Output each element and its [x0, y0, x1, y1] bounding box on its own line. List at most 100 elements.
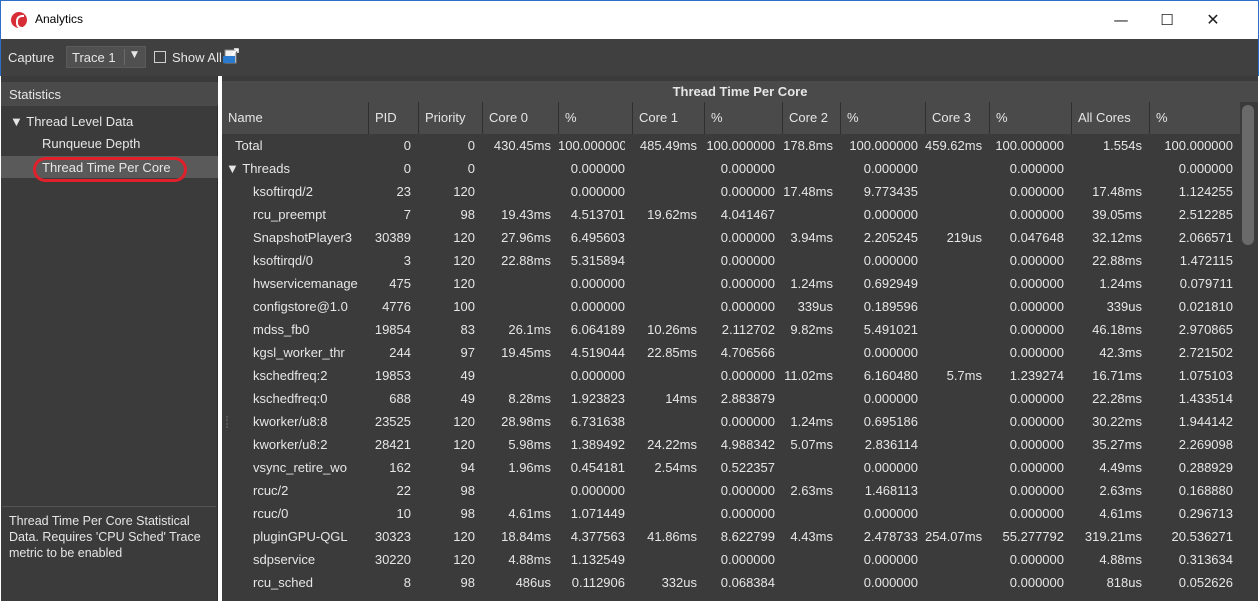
- close-button[interactable]: ✕: [1190, 5, 1236, 35]
- tree-item-thread-level-data[interactable]: ▼ Thread Level Data: [10, 114, 133, 129]
- col-all-pct-cell: 0.052626: [1178, 575, 1233, 590]
- table-row[interactable]: kworker/u8:2 28421 120 5.98ms 1.389492 24.22m…: [222, 433, 1240, 456]
- col-core0-cell: 8.28ms: [508, 391, 551, 406]
- table-row[interactable]: sdpservice 30220 120 4.88ms 1.132549 0.000000…: [222, 548, 1240, 571]
- col-priority-cell: 120: [453, 276, 475, 291]
- table-row[interactable]: rcu_preempt 7 98 19.43ms 4.513701 19.62ms 4.04…: [222, 203, 1240, 226]
- table-row[interactable]: SnapshotPlayer3 30389 120 27.96ms 6.495603 0.…: [222, 226, 1240, 249]
- col-core0-cell: [482, 364, 551, 387]
- vertical-scrollbar[interactable]: [1240, 102, 1258, 601]
- table-row[interactable]: kschedfreq:0 688 49 8.28ms 1.923823 14ms 2.883…: [222, 387, 1240, 410]
- show-all-label[interactable]: Show All: [172, 50, 222, 65]
- table-row[interactable]: rcuc/2 22 98 0.000000 0.000000 2.63ms 1.468113…: [222, 479, 1240, 502]
- col-priority-cell: 120: [453, 552, 475, 567]
- tree-item-label: Thread Level Data: [26, 114, 134, 129]
- col-core0-cell: 4.61ms: [508, 506, 551, 521]
- tree-item-runqueue-depth[interactable]: Runqueue Depth: [42, 136, 140, 151]
- col-core2-cell: 3.94ms: [790, 230, 833, 245]
- csv-export-icon[interactable]: [222, 48, 239, 65]
- col-core3-pct-cell: 0.000000: [1009, 299, 1064, 314]
- col-core3-pct-header[interactable]: %: [989, 102, 1071, 134]
- col-all-cores-header[interactable]: All Cores: [1071, 102, 1149, 134]
- col-core2-pct-cell: 0.000000: [863, 391, 918, 406]
- col-core1-pct-cell: 0.000000: [720, 368, 775, 383]
- col-priority-cell: 120: [453, 230, 475, 245]
- col-core1-cell: [632, 295, 697, 318]
- maximize-button[interactable]: ☐: [1144, 5, 1190, 35]
- col-core2-cell: 1.24ms: [790, 414, 833, 429]
- col-name-header[interactable]: Name: [222, 102, 368, 134]
- col-core3-cell: [925, 571, 982, 594]
- window-title: Analytics: [35, 12, 84, 26]
- scrollbar-thumb[interactable]: [1242, 105, 1254, 245]
- minimize-button[interactable]: —: [1098, 5, 1144, 35]
- table-row[interactable]: mdss_fb0 19854 83 26.1ms 6.064189 10.26ms 2.11…: [222, 318, 1240, 341]
- expand-triangle-icon[interactable]: ▼: [226, 161, 242, 176]
- table-row[interactable]: hwservicemanage 475 120 0.000000 0.000000 1.2…: [222, 272, 1240, 295]
- col-core2-cell: [782, 502, 833, 525]
- table-row[interactable]: ▼ Threads 0 0 0.000000 0.000000 0.000000 0.000…: [222, 157, 1240, 180]
- table-row[interactable]: Total 0 0 430.45ms 100.000000 485.49ms 100.000…: [222, 134, 1240, 157]
- table-row[interactable]: kgsl_worker_thr 244 97 19.45ms 4.519044 22.85…: [222, 341, 1240, 364]
- expand-triangle-icon[interactable]: ▼: [10, 114, 23, 129]
- col-core0-pct-header[interactable]: %: [558, 102, 632, 134]
- col-pid-cell: 22: [396, 483, 411, 498]
- col-core0-pct-cell: 6.495603: [570, 230, 625, 245]
- col-all-pct-cell: 0.168880: [1178, 483, 1233, 498]
- col-core1-cell: 14ms: [665, 391, 697, 406]
- col-core3-pct-cell: 0.000000: [1009, 345, 1064, 360]
- col-core2-pct-cell: 0.000000: [863, 207, 918, 222]
- col-core1-pct-cell: 4.988342: [720, 437, 775, 452]
- trace-select-value: Trace 1: [72, 50, 116, 65]
- col-core1-pct-header[interactable]: %: [704, 102, 782, 134]
- col-name-cell: rcuc/0: [253, 506, 289, 521]
- table-row[interactable]: rcuc/0 10 98 4.61ms 1.071449 0.000000 0.000000…: [222, 502, 1240, 525]
- col-core2-pct-cell: 1.468113: [864, 483, 918, 498]
- table-row[interactable]: pluginGPU-QGL 30323 120 18.84ms 4.377563 41.8…: [222, 525, 1240, 548]
- col-core2-cell: [782, 548, 833, 571]
- col-core2-pct-cell: 2.836114: [864, 437, 918, 452]
- col-core3-cell: [925, 318, 982, 341]
- col-priority-cell: 98: [460, 207, 475, 222]
- col-core1-cell: [632, 364, 697, 387]
- table-row[interactable]: rcu_sched 8 98 486us 0.112906 332us 0.068384 0.…: [222, 571, 1240, 594]
- col-core1-cell: [632, 272, 697, 295]
- col-core3-pct-cell: 1.239274: [1009, 368, 1064, 383]
- col-core3-pct-cell: 55.277792: [1002, 529, 1064, 544]
- table-row[interactable]: kworker/u8:8 23525 120 28.98ms 6.731638 0.000…: [222, 410, 1240, 433]
- col-core1-pct-cell: 4.041467: [720, 207, 775, 222]
- col-core3-pct-cell: 0.000000: [1009, 414, 1064, 429]
- col-pid-header[interactable]: PID: [368, 102, 418, 134]
- col-core1-cell: [632, 479, 697, 502]
- col-name-cell: ksoftirqd/0: [253, 253, 313, 268]
- col-core0-pct-cell: 0.000000: [570, 161, 625, 176]
- col-core0-cell: 486us: [515, 575, 551, 590]
- col-priority-cell: 120: [453, 437, 475, 452]
- col-core1-pct-cell: 0.000000: [720, 299, 775, 314]
- table-row[interactable]: kschedfreq:2 19853 49 0.000000 0.000000 11.02…: [222, 364, 1240, 387]
- col-all-pct-cell: 0.288929: [1178, 460, 1233, 475]
- col-all-pct-cell: 1.433514: [1178, 391, 1233, 406]
- col-core2-header[interactable]: Core 2: [782, 102, 840, 134]
- col-name-cell: kworker/u8:8: [253, 414, 328, 429]
- col-core2-pct-header[interactable]: %: [840, 102, 925, 134]
- col-core0-header[interactable]: Core 0: [482, 102, 558, 134]
- col-core1-header[interactable]: Core 1: [632, 102, 704, 134]
- app-logo-icon: [11, 12, 27, 29]
- table-row[interactable]: ksoftirqd/2 23 120 0.000000 0.000000 17.48ms 9…: [222, 180, 1240, 203]
- col-all-cores-cell: 818us: [1106, 575, 1142, 590]
- table-row[interactable]: ksoftirqd/0 3 120 22.88ms 5.315894 0.000000 0.…: [222, 249, 1240, 272]
- statistics-header: Statistics: [1, 82, 218, 106]
- trace-select[interactable]: Trace 1 ▼: [66, 46, 146, 68]
- col-priority-header[interactable]: Priority: [418, 102, 482, 134]
- col-all-pct-header[interactable]: %: [1149, 102, 1240, 134]
- col-core1-cell: [632, 249, 697, 272]
- table-row[interactable]: configstore@1.0 4776 100 0.000000 0.000000 33…: [222, 295, 1240, 318]
- col-core3-pct-cell: 0.000000: [1009, 276, 1064, 291]
- table-panel: Thread Time Per Core Name PID Priority Core…: [222, 76, 1258, 601]
- col-core1-cell: [632, 226, 697, 249]
- col-core3-header[interactable]: Core 3: [925, 102, 989, 134]
- col-core0-pct-cell: 4.519044: [570, 345, 625, 360]
- table-row[interactable]: vsync_retire_wo 162 94 1.96ms 0.454181 2.54ms…: [222, 456, 1240, 479]
- show-all-checkbox[interactable]: [154, 51, 166, 63]
